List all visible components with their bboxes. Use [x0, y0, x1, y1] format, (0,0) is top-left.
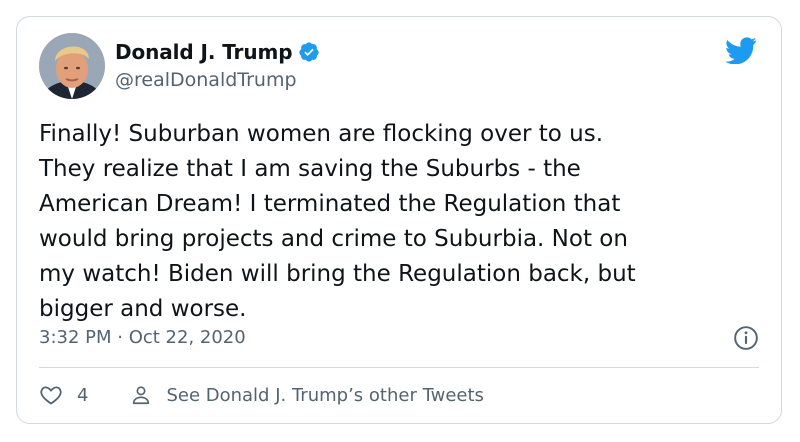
tweet-text: Finally! Suburban women are flocking ove…: [39, 121, 636, 322]
author-handle[interactable]: @realDonaldTrump: [115, 69, 297, 91]
author-name[interactable]: Donald J. Trump: [115, 40, 293, 64]
person-icon: [133, 386, 150, 405]
verified-badge-icon: [299, 42, 320, 62]
tweet-card: Donald J. Trump @realDonaldTrump Finally…: [16, 16, 782, 424]
like-button[interactable]: 4: [39, 383, 88, 407]
divider: [39, 367, 759, 368]
avatar-image: [39, 33, 105, 99]
heart-icon: [40, 386, 62, 405]
see-other-tweets-label: See Donald J. Trump’s other Tweets: [166, 384, 484, 406]
avatar[interactable]: [39, 33, 105, 99]
author-row: Donald J. Trump: [115, 40, 320, 64]
tweet-actions: 4 See Donald J. Trump’s other Tweets: [39, 383, 484, 407]
see-other-tweets-link[interactable]: See Donald J. Trump’s other Tweets: [130, 384, 484, 406]
twitter-bird-icon[interactable]: [725, 37, 757, 64]
info-icon[interactable]: [733, 325, 759, 351]
tweet-timestamp[interactable]: 3:32 PM · Oct 22, 2020: [39, 327, 246, 348]
like-count: 4: [77, 384, 89, 406]
